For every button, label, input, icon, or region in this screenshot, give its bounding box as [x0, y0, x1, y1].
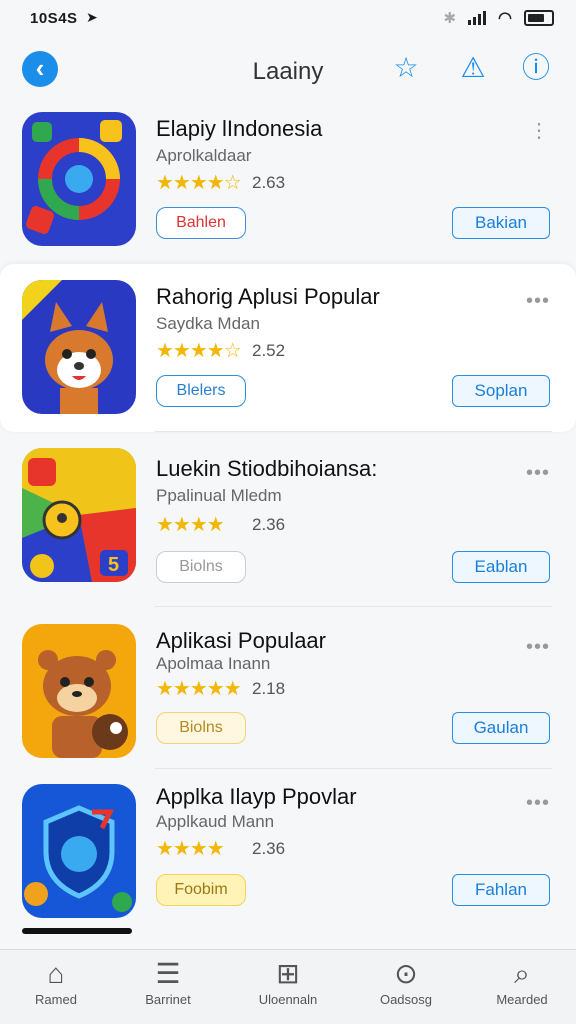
- more-icon[interactable]: ⋮: [529, 118, 550, 143]
- star-rating: ★★★★: [156, 838, 225, 860]
- status-time: 10S4S: [30, 10, 78, 27]
- next-app-icon-edge: [22, 928, 132, 934]
- bluetooth-icon: ✱: [443, 10, 457, 27]
- secondary-button[interactable]: Blelers: [156, 375, 246, 407]
- app-subtitle: Applkaud Mann: [156, 812, 275, 831]
- star-rating: ★★★★☆: [156, 172, 242, 194]
- divider: [155, 431, 552, 432]
- app-title: Aplikasi Populaar: [156, 628, 326, 653]
- app-icon: 5: [22, 448, 136, 582]
- app-subtitle: Apolmaa Inann: [156, 654, 271, 673]
- alert-icon[interactable]: ⚠: [455, 50, 491, 86]
- tab-grid[interactable]: ⊞ Uloennaln: [238, 956, 338, 1007]
- list-item[interactable]: Rahorig Aplusi Popular Saydka Mdan ★★★★☆…: [0, 264, 576, 432]
- app-title: Elapiy lIndonesia: [156, 116, 323, 141]
- search-icon: ⌕: [514, 958, 530, 989]
- app-subtitle: Ppalinual Mledm: [156, 486, 282, 505]
- app-subtitle: Saydka Mdan: [156, 314, 260, 333]
- rating-value: 2.18: [252, 679, 286, 698]
- get-button[interactable]: Bakian: [452, 207, 550, 239]
- rating-value: 2.36: [252, 839, 286, 858]
- list-item[interactable]: Elapiy lIndonesia Aprolkaldaar ★★★★☆ 2.6…: [0, 100, 576, 260]
- more-icon[interactable]: •••: [526, 290, 550, 313]
- star-icon[interactable]: ☆: [388, 50, 424, 86]
- tab-label: Oadsosg: [379, 992, 433, 1007]
- signal-icon: [468, 11, 487, 25]
- more-icon[interactable]: •••: [526, 792, 550, 815]
- app-title: Rahorig Aplusi Popular: [156, 284, 380, 309]
- tab-bar: ⌂ Ramed ☰ Barrinet ⊞ Uloennaln ⊙ Oadsosg…: [0, 949, 576, 1024]
- download-icon: ⊙: [394, 958, 418, 989]
- app-title: Luekin Stiodbihoiansa:: [156, 456, 378, 481]
- list-item[interactable]: Aplikasi Populaar Apolmaa Inann ★★★★★ 2.…: [0, 612, 576, 772]
- rating-value: 2.63: [252, 173, 286, 192]
- svg-text:5: 5: [108, 554, 119, 576]
- app-icon: [22, 624, 136, 758]
- more-icon[interactable]: •••: [526, 636, 550, 659]
- more-icon[interactable]: •••: [526, 462, 550, 485]
- get-button[interactable]: Soplan: [452, 375, 550, 407]
- rating-value: 2.36: [252, 515, 286, 534]
- home-icon: ⌂: [47, 958, 65, 989]
- secondary-button[interactable]: Bahlen: [156, 207, 246, 239]
- get-button[interactable]: Fahlan: [452, 874, 550, 906]
- tab-label: Barrinet: [145, 992, 191, 1007]
- app-title: Applka Ilayp Ppovlar: [156, 784, 357, 809]
- grid-icon: ⊞: [276, 958, 300, 989]
- secondary-button[interactable]: Biolns: [156, 551, 246, 583]
- tab-list[interactable]: ☰ Barrinet: [118, 956, 218, 1007]
- status-bar: 10S4S ➤ ✱ ◠: [0, 0, 576, 38]
- list-item[interactable]: Applka Ilayp Ppovlar Applkaud Mann ★★★★ …: [0, 772, 576, 932]
- divider: [155, 606, 552, 607]
- nav-bar: ‹ Laainy ☆ ⚠ ⓘ: [0, 46, 576, 94]
- status-icons: ✱ ◠: [443, 8, 554, 28]
- app-icon: [22, 280, 136, 414]
- tab-download[interactable]: ⊙ Oadsosg: [356, 956, 456, 1007]
- wifi-icon: ◠: [498, 10, 512, 27]
- app-icon: [22, 112, 136, 246]
- list-item[interactable]: 5 Luekin Stiodbihoiansa: Ppalinual Mledm…: [0, 436, 576, 596]
- star-rating: ★★★★: [156, 514, 225, 536]
- list-icon: ☰: [155, 958, 181, 989]
- tab-label: Ramed: [35, 992, 77, 1007]
- get-button[interactable]: Eablan: [452, 551, 550, 583]
- tab-label: Uloennaln: [258, 992, 318, 1007]
- get-button[interactable]: Gaulan: [452, 712, 550, 744]
- app-icon: [22, 784, 136, 918]
- secondary-button[interactable]: Foobim: [156, 874, 246, 906]
- tab-home[interactable]: ⌂ Ramed: [6, 956, 106, 1007]
- star-rating: ★★★★★: [156, 678, 242, 700]
- tab-label: Mearded: [496, 992, 548, 1007]
- rating-value: 2.52: [252, 341, 286, 360]
- tab-search[interactable]: ⌕ Mearded: [472, 956, 572, 1007]
- battery-icon: [524, 10, 554, 26]
- secondary-button[interactable]: Biolns: [156, 712, 246, 744]
- divider: [155, 768, 552, 769]
- location-arrow-icon: ➤: [86, 9, 98, 25]
- info-icon[interactable]: ⓘ: [518, 50, 554, 86]
- app-subtitle: Aprolkaldaar: [156, 146, 252, 165]
- star-rating: ★★★★☆: [156, 340, 242, 362]
